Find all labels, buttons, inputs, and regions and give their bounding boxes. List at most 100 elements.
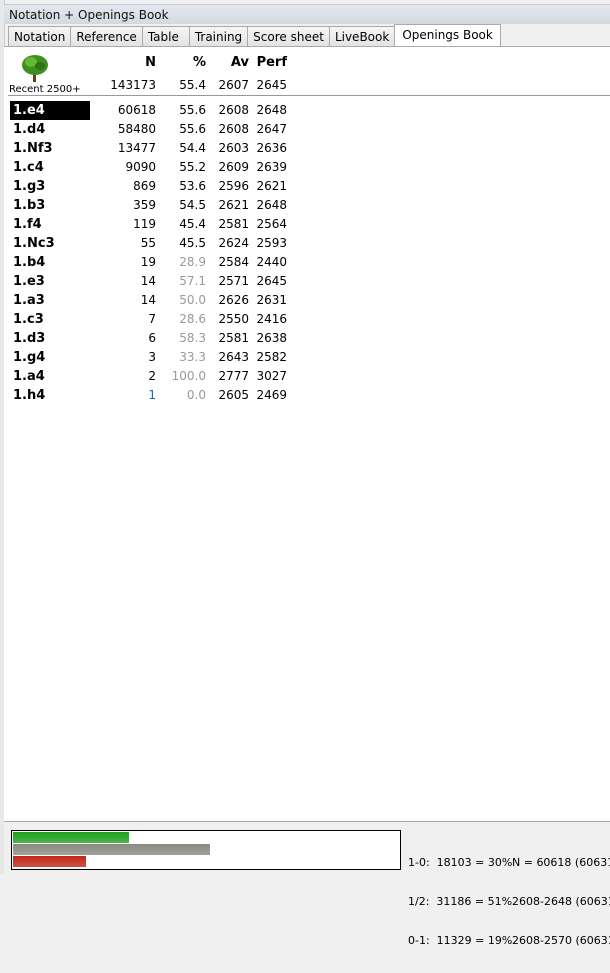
move-row[interactable]: 1.d4 58480 55.6 2608 2647 — [4, 120, 604, 139]
header-n[interactable]: N — [124, 55, 156, 70]
move-row[interactable]: 1.c4 9090 55.2 2609 2639 — [4, 158, 604, 177]
total-perf: 2645 — [256, 78, 287, 92]
move-games: 3 — [148, 350, 156, 364]
move-label: 1.g4 — [13, 350, 46, 365]
book-name: Recent 2500+ — [9, 84, 81, 95]
move-average-rating: 2584 — [218, 255, 249, 269]
move-games: 869 — [133, 179, 156, 193]
move-row[interactable]: 1.e4 60618 55.6 2608 2648 — [4, 101, 604, 120]
move-row[interactable]: 1.b4 19 28.9 2584 2440 — [4, 253, 604, 272]
move-label: 1.h4 — [13, 388, 46, 403]
tab-bar: Notation Reference Table Training Score shee… — [8, 24, 501, 46]
move-label: 1.a4 — [13, 369, 45, 384]
tab-score-sheet[interactable]: Score sheet — [247, 26, 330, 46]
move-row[interactable]: 1.Nc3 55 45.5 2624 2593 — [4, 234, 604, 253]
move-score: 54.5 — [179, 198, 206, 212]
games-count: N = 60618 (60631) — [512, 856, 610, 869]
move-performance: 2638 — [256, 331, 287, 345]
move-games: 55 — [140, 236, 156, 250]
move-average-rating: 2621 — [218, 198, 249, 212]
move-performance: 3027 — [256, 369, 287, 383]
black-wins-stat: 0-1: 11329 = 19% — [408, 934, 513, 947]
move-performance: 2636 — [256, 141, 287, 155]
move-games: 58480 — [117, 122, 156, 136]
header-percent[interactable]: % — [176, 55, 206, 70]
move-score: 55.6 — [179, 103, 206, 117]
move-row[interactable]: 1.b3 359 54.5 2621 2648 — [4, 196, 604, 215]
move-games: 6 — [148, 331, 156, 345]
move-score: 53.6 — [179, 179, 206, 193]
header-av[interactable]: Av — [214, 55, 249, 70]
results-panel: 1-0: 18103 = 30% 1/2: 31186 = 51% 0-1: 1… — [4, 821, 610, 947]
move-performance: 2647 — [256, 122, 287, 136]
move-label: 1.a3 — [13, 293, 45, 308]
move-games: 119 — [133, 217, 156, 231]
move-row[interactable]: 1.g4 3 33.3 2643 2582 — [4, 348, 604, 367]
move-score: 55.2 — [179, 160, 206, 174]
move-performance: 2645 — [256, 274, 287, 288]
move-score: 58.3 — [179, 331, 206, 345]
move-average-rating: 2581 — [218, 331, 249, 345]
tab-livebook[interactable]: LiveBook — [328, 26, 396, 46]
move-average-rating: 2608 — [218, 122, 249, 136]
openings-book-panel: Recent 2500+ N % Av Perf 143173 55.4 260… — [4, 46, 610, 821]
move-row[interactable]: 1.Nf3 13477 54.4 2603 2636 — [4, 139, 604, 158]
move-performance: 2469 — [256, 388, 287, 402]
move-average-rating: 2596 — [218, 179, 249, 193]
draw-rating-range: 2608-2648 (60631) — [512, 895, 610, 908]
move-games: 14 — [140, 293, 156, 307]
tree-icon — [22, 55, 48, 82]
move-games: 14 — [140, 274, 156, 288]
tab-notation[interactable]: Notation — [8, 26, 72, 46]
move-row[interactable]: 1.d3 6 58.3 2581 2638 — [4, 329, 604, 348]
move-label: 1.f4 — [13, 217, 42, 232]
move-games: 60618 — [117, 103, 156, 117]
black-wins-bar — [13, 856, 87, 867]
header-perf[interactable]: Perf — [252, 55, 287, 70]
move-row[interactable]: 1.f4 119 45.4 2581 2564 — [4, 215, 604, 234]
move-score: 0.0 — [186, 388, 206, 402]
total-percent: 55.4 — [179, 78, 206, 92]
move-row[interactable]: 1.a4 2 100.0 2777 3027 — [4, 367, 604, 386]
move-average-rating: 2777 — [218, 369, 249, 383]
draws-stat: 1/2: 31186 = 51% — [408, 895, 513, 908]
move-row[interactable]: 1.h4 1 0.0 2605 2469 — [4, 386, 604, 405]
move-row[interactable]: 1.c3 7 28.6 2550 2416 — [4, 310, 604, 329]
move-score: 54.4 — [179, 141, 206, 155]
move-average-rating: 2571 — [218, 274, 249, 288]
move-average-rating: 2608 — [218, 103, 249, 117]
move-row[interactable]: 1.e3 14 57.1 2571 2645 — [4, 272, 604, 291]
move-label: 1.g3 — [13, 179, 46, 194]
move-average-rating: 2603 — [218, 141, 249, 155]
tab-table[interactable]: Table — [141, 26, 190, 46]
move-score: 28.9 — [179, 255, 206, 269]
tab-reference[interactable]: Reference — [70, 26, 143, 46]
move-score: 100.0 — [171, 369, 206, 383]
move-performance: 2440 — [256, 255, 287, 269]
move-performance: 2631 — [256, 293, 287, 307]
move-average-rating: 2643 — [218, 350, 249, 364]
move-row[interactable]: 1.a3 14 50.0 2626 2631 — [4, 291, 604, 310]
move-score: 33.3 — [179, 350, 206, 364]
move-score: 45.4 — [179, 217, 206, 231]
move-label: 1.b4 — [13, 255, 46, 270]
move-performance: 2416 — [256, 312, 287, 326]
draws-bar — [13, 844, 210, 855]
move-row[interactable]: 1.g3 869 53.6 2596 2621 — [4, 177, 604, 196]
move-score: 28.6 — [179, 312, 206, 326]
move-games: 1 — [148, 388, 156, 402]
tab-training[interactable]: Training — [188, 26, 249, 46]
move-score: 50.0 — [179, 293, 206, 307]
total-av: 2607 — [218, 78, 249, 92]
move-performance: 2648 — [256, 198, 287, 212]
move-average-rating: 2605 — [218, 388, 249, 402]
move-games: 359 — [133, 198, 156, 212]
move-average-rating: 2624 — [218, 236, 249, 250]
move-games: 7 — [148, 312, 156, 326]
move-average-rating: 2609 — [218, 160, 249, 174]
tab-openings-book[interactable]: Openings Book — [394, 24, 501, 46]
move-label: 1.Nf3 — [13, 141, 53, 156]
move-performance: 2582 — [256, 350, 287, 364]
total-n: 143173 — [110, 78, 156, 92]
move-label: 1.e3 — [13, 274, 45, 289]
